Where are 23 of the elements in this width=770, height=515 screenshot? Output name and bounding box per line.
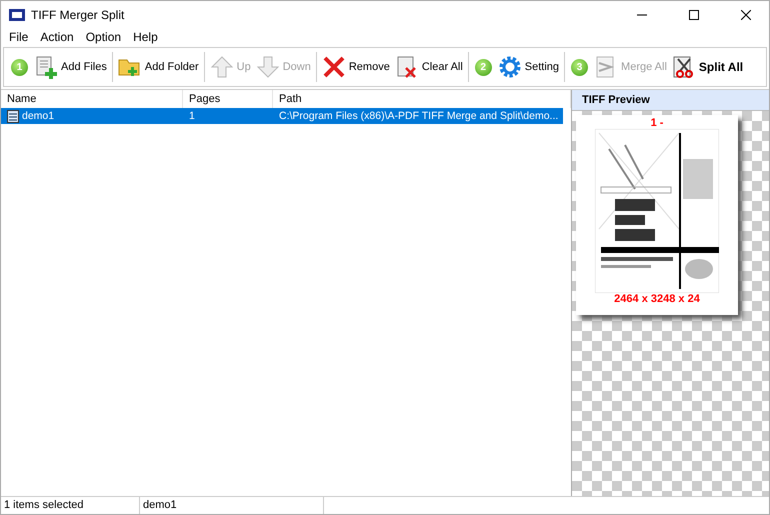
- toolbar-button[interactable]: Split All: [670, 53, 746, 81]
- menu-item[interactable]: Help: [127, 28, 164, 46]
- page-count: 1: [188, 110, 196, 122]
- menu-item[interactable]: Action: [34, 28, 80, 46]
- menu-item[interactable]: Option: [80, 28, 128, 46]
- status-text: 1 items selected: [1, 497, 140, 514]
- file-name: demo1: [22, 110, 54, 122]
- file-row[interactable]: demo1 1 C:\Program Files (x86)\A-PDF TIFF Merge and Split\demo...: [1, 108, 563, 124]
- toolbar-button[interactable]: Add Files: [32, 53, 109, 81]
- toolbar-button[interactable]: Setting: [496, 53, 562, 81]
- image-dimensions: 2464 x 3248 x 24: [614, 293, 700, 305]
- step-number-badge: 2: [474, 58, 492, 76]
- toolbar-button[interactable]: Add Folder: [116, 53, 201, 81]
- step-number-badge: 3: [571, 58, 588, 76]
- menu-item[interactable]: File: [3, 28, 34, 46]
- file-path: C:\Program Files (x86)\A-PDF TIFF Merge and Split\demo...: [278, 110, 560, 122]
- status-text: demo1: [140, 497, 324, 514]
- toolbar-button[interactable]: Remove: [320, 53, 392, 81]
- page-label: 1 -: [650, 117, 664, 129]
- window-title: TIFF Merger Split: [31, 8, 126, 22]
- toolbar-button[interactable]: Clear All: [392, 53, 465, 81]
- step-number-badge: 1: [11, 58, 28, 76]
- preview-title: TIFF Preview: [572, 90, 769, 111]
